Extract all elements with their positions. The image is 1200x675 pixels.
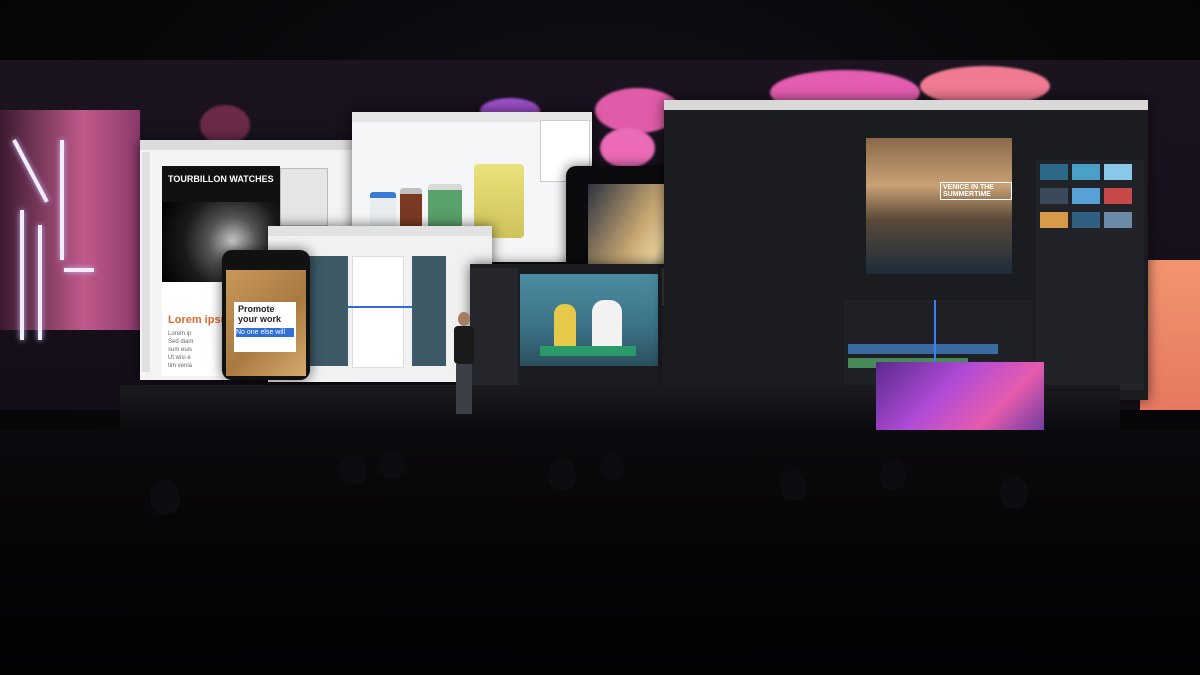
bokeh-circle [600,128,655,168]
project-bin [1036,160,1144,390]
led-cube [876,362,1044,434]
brochure-headline: TOURBILLON WATCHES [168,174,274,184]
body-line: tim venia [168,363,193,369]
video-title-overlay: VENICE IN THE SUMMERTIME [940,182,1012,200]
presenter [452,312,476,416]
program-monitor: VENICE IN THE SUMMERTIME [866,138,1012,274]
phone-screen: Promote your work No one else will [226,270,306,376]
audience-head [880,460,906,490]
jar-product [370,192,396,230]
thumb [1072,164,1100,180]
premiere-window: VENICE IN THE SUMMERTIME [664,100,1148,400]
video-title-line2: SUMMERTIME [943,191,991,198]
window-toolbar [140,140,360,150]
thumb [1040,188,1068,204]
lorem-heading: Lorem ipsu [168,314,228,326]
tin-product [428,184,462,230]
presenter-torso [454,326,474,364]
phone-mockup: Promote your work No one else will [222,250,310,380]
thumb [1040,164,1068,180]
promo-line2: your work [238,314,282,324]
jam-jar-product [400,188,422,228]
menu-bar [664,100,1148,110]
brochure-body: Lorem ip Sed diam sum euis Ut wisi e tim… [168,330,228,370]
body-line: sum euis [168,347,193,353]
audience-head [340,455,366,485]
body-line: Lorem ip [168,331,192,337]
audience-head [780,470,806,500]
body-line: Sed diam [168,339,194,345]
thumb [1072,188,1100,204]
audience-head [380,450,404,478]
character-scene [520,274,658,366]
promo-line1: Promote [238,304,275,314]
properties-panel [280,168,328,226]
right-peach-panel [1140,260,1200,410]
thumb [1040,212,1068,228]
brochure-header-bar [162,166,280,202]
timeline-track [848,344,998,354]
thumb [1104,164,1132,180]
body-line: Ut wisi e [168,355,191,361]
promo-highlight: No one else will [236,328,294,337]
audience-head [600,452,624,480]
audience-head [150,480,180,514]
audience-head [548,458,576,490]
artboard [308,256,348,366]
prototype-link [348,306,412,308]
artboard [412,256,446,366]
thumb [1104,212,1132,228]
keynote-stage: TOURBILLON WATCHES Lorem ipsu Lorem ip S… [0,0,1200,675]
tool-column [142,152,150,372]
thumb [1072,212,1100,228]
window-toolbar [268,226,492,236]
promo-card: Promote your work No one else will [234,302,296,352]
bokeh-circle [200,105,250,145]
thumb [1104,188,1132,204]
lab-table [540,346,636,356]
layers-panel [470,268,518,386]
presenter-head [458,312,470,326]
audience-head [1000,476,1028,508]
video-title-line1: VENICE IN THE [943,184,994,191]
artboard [352,256,404,368]
presenter-legs [456,364,472,414]
